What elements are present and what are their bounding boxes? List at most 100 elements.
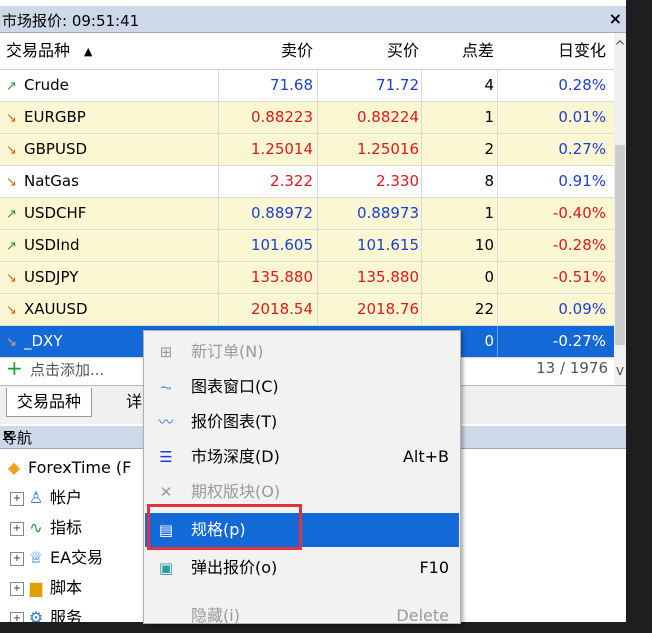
header-symbol-label: 交易品种 [6,41,71,60]
expand-icon[interactable]: + [10,611,24,622]
market-watch-rows: ↗ Crude 71.68 71.72 4 0.28% ↘ EURGBP 0.882… [0,70,614,358]
tree-item-label: ForexTime (F [28,458,132,477]
scroll-up-icon[interactable]: ^ [614,39,626,55]
trend-down-icon: ↘ [6,303,17,318]
menu-item-depth-of-market[interactable]: ☰ 市场深度(D) Alt+B [145,440,459,474]
change-value: 0.01% [558,108,606,126]
popup-prices-icon: ▣ [158,559,174,577]
tree-item-label: 帐户 [50,488,83,507]
expand-icon[interactable]: + [10,581,24,596]
expand-icon[interactable]: + [10,521,24,536]
change-value: 0.09% [558,300,606,318]
ask-value: 1.25016 [356,140,419,158]
tree-item-accounts[interactable]: + ♙ 帐户 [10,483,82,513]
tree-item-indicators[interactable]: + ∿ 指标 [10,513,82,543]
header-ask[interactable]: 买价 [320,33,419,69]
trend-down-icon: ↘ [6,143,17,158]
tree-item-forextime[interactable]: ◆ ForexTime (F [4,453,132,483]
tree-item-label: EA交易 [50,548,104,567]
table-row[interactable]: ↗ USDInd 101.605 101.615 10 -0.28% [0,230,614,262]
trend-up-icon: ↗ [6,207,17,222]
spread-value: 1 [484,204,494,222]
market-watch-scrollbar[interactable]: ^ v [614,33,626,385]
table-row[interactable]: ↘ GBPUSD 1.25014 1.25016 2 0.27% [0,134,614,166]
bid-value: 1.25014 [250,140,313,158]
tree-item-label: 脚本 [50,578,83,597]
bid-value: 2018.54 [250,300,313,318]
trend-up-icon: ↗ [6,79,17,94]
add-plus-icon: + [6,356,23,380]
scripts-icon: ▆ [29,578,43,597]
trend-up-icon: ↗ [6,239,17,254]
ask-value: 0.88973 [356,204,419,222]
context-menu: ⊞ 新订单(N) ⏦ 图表窗口(C) 〰 报价图表(T) ☰ 市场深度(D) A… [143,330,461,625]
table-row[interactable]: ↗ USDCHF 0.88972 0.88973 1 -0.40% [0,198,614,230]
spread-value: 22 [474,300,494,318]
tree-item-expert-advisors[interactable]: + ♕ EA交易 [10,543,103,573]
market-watch-title: 市场报价: 09:51:41 [2,12,140,30]
change-value: -0.51% [552,268,606,286]
table-row[interactable]: ↘ NatGas 2.322 2.330 8 0.91% [0,166,614,198]
header-change[interactable]: 日变化 [500,33,606,69]
tree-item-scripts[interactable]: + ▆ 脚本 [10,573,82,603]
bid-value: 2.322 [270,172,313,190]
change-value: -0.27% [552,332,606,350]
symbol-name: XAUUSD [24,300,88,318]
forextime-logo-icon: ◆ [7,458,21,477]
highlight-annotation-box [147,504,302,550]
menu-item-tick-chart[interactable]: 〰 报价图表(T) [145,405,459,439]
chart-window-icon: ⏦ [159,378,173,396]
expand-icon[interactable]: + [10,491,24,506]
menu-item-popup-prices[interactable]: ▣ 弹出报价(o) F10 [145,551,459,585]
table-row[interactable]: ↘ EURGBP 0.88223 0.88224 1 0.01% [0,102,614,134]
menu-item-chart-window[interactable]: ⏦ 图表窗口(C) [145,370,459,404]
menu-item-new-order[interactable]: ⊞ 新订单(N) [145,335,459,369]
sort-ascending-icon: ▲ [84,44,93,58]
menu-item-label: 新订单(N) [191,342,264,361]
accounts-icon: ♙ [28,488,44,507]
bid-value: 0.88972 [250,204,313,222]
header-spread[interactable]: 点差 [424,33,494,69]
symbol-name: Crude [24,76,69,94]
trend-down-icon: ↘ [6,175,17,190]
depth-of-market-icon: ☰ [159,448,173,466]
expert-advisors-icon: ♕ [28,548,44,567]
table-row[interactable]: ↘ XAUUSD 2018.54 2018.76 22 0.09% [0,294,614,326]
symbol-name: USDJPY [24,268,79,286]
tab-symbols[interactable]: 交易品种 [6,388,93,417]
menu-item-label: 弹出报价(o) [191,558,278,577]
header-bid[interactable]: 卖价 [220,33,313,69]
market-watch-close-icon[interactable]: × [609,9,622,28]
scroll-thumb[interactable] [615,145,625,345]
symbol-count: 13 / 1976 [536,359,608,377]
bid-value: 101.605 [250,236,313,254]
expand-icon[interactable]: + [10,551,24,566]
change-value: -0.40% [552,204,606,222]
header-symbol[interactable]: 交易品种 ▲ [6,33,92,69]
menu-item-label: 报价图表(T) [191,412,278,431]
bid-value: 135.880 [250,268,313,286]
symbol-name: EURGBP [24,108,86,126]
new-order-icon: ⊞ [159,343,173,361]
menu-item-label: 市场深度(D) [191,447,280,466]
menu-item-shortcut: Delete [396,606,449,625]
symbol-name: NatGas [24,172,79,190]
menu-item-hide[interactable]: 隐藏(i) Delete [145,599,459,633]
change-value: 0.27% [558,140,606,158]
spread-value: 10 [474,236,494,254]
add-symbol-label: 点击添加... [30,361,105,379]
table-row[interactable]: ↗ Crude 71.68 71.72 4 0.28% [0,70,614,102]
spread-value: 1 [484,108,494,126]
bid-value: 0.88223 [250,108,313,126]
indicators-icon: ∿ [29,518,43,537]
table-row[interactable]: ↘ USDJPY 135.880 135.880 0 -0.51% [0,262,614,294]
symbol-name: USDInd [24,236,80,254]
tree-item-label: 指标 [50,518,83,537]
tick-chart-icon: 〰 [158,413,174,431]
trend-down-icon: ↘ [6,271,17,286]
change-value: -0.28% [552,236,606,254]
tree-item-services[interactable]: + ⚙ 服务 [10,603,82,622]
scroll-down-icon[interactable]: v [614,363,626,379]
symbol-name: GBPUSD [24,140,88,158]
menu-item-shortcut: F10 [419,558,449,577]
